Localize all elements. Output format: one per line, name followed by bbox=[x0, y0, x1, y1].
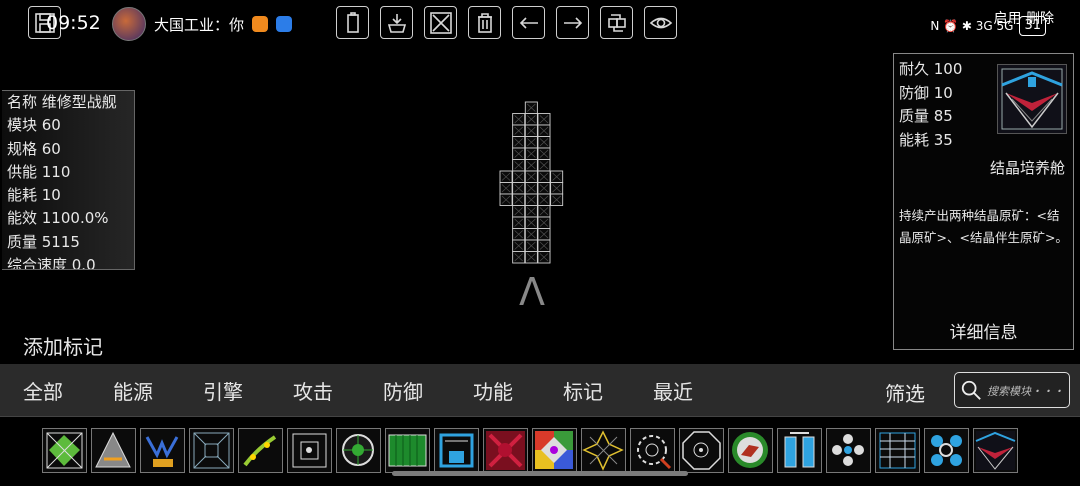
crystal-cultivation-module-icon bbox=[997, 64, 1067, 134]
clock: 09:52 bbox=[46, 12, 101, 34]
trash-icon bbox=[477, 12, 492, 33]
status-bar: 09:52 大国工业：你 启用 删除 N ⏰ ✱ 3G 5G 31 bbox=[0, 0, 1080, 48]
module-search[interactable] bbox=[954, 372, 1070, 408]
green-circle-module-icon bbox=[732, 432, 768, 468]
battery-level: 31 bbox=[1019, 16, 1046, 36]
category-bar: 全部 能源 引擎 攻击 防御 功能 标记 最近 筛选 bbox=[0, 364, 1080, 416]
ship-front-caret: Λ bbox=[519, 270, 545, 314]
ship-stats-panel: 名称 维修型战舰 模块 60 规格 60 供能 110 能耗 10 能效 1100.0% 质… bbox=[2, 90, 135, 270]
module-description: 持续产出两种结晶原矿：<结晶原矿>、<结晶伴生原矿>。 bbox=[899, 208, 1068, 245]
module-slot[interactable] bbox=[826, 428, 871, 473]
module-detail-panel: 耐久 100 防御 10 质量 85 能耗 35 结晶培养舱 持续产出两种结晶原… bbox=[893, 53, 1074, 350]
detail-info-button[interactable]: 详细信息 bbox=[894, 318, 1073, 343]
undo-arrow-icon bbox=[519, 16, 538, 29]
cross-frame-module-icon bbox=[193, 432, 230, 469]
module-slot[interactable] bbox=[973, 428, 1018, 473]
search-icon bbox=[961, 380, 981, 400]
module-slot[interactable] bbox=[924, 428, 969, 473]
module-slot[interactable] bbox=[728, 428, 773, 473]
eye-icon bbox=[649, 17, 672, 28]
app-avatar bbox=[112, 7, 146, 41]
module-slot[interactable] bbox=[336, 428, 381, 473]
pyramid-module-icon bbox=[95, 431, 131, 468]
tray-icon bbox=[387, 13, 406, 33]
notification-text: 大国工业：你 bbox=[154, 15, 245, 34]
green-panel-module-icon bbox=[388, 434, 427, 467]
crystal-cultivation-module-icon bbox=[975, 431, 1016, 470]
red-burst-module-icon bbox=[486, 431, 525, 470]
filter-button[interactable]: 筛选 bbox=[885, 378, 925, 407]
category-tab[interactable]: 防御 bbox=[383, 376, 423, 405]
cog-grid-module-icon bbox=[931, 435, 962, 466]
wing-module-icon bbox=[145, 436, 179, 467]
module-slot[interactable] bbox=[630, 428, 675, 473]
star-frame-module-icon bbox=[582, 430, 624, 471]
circle-cross-module-icon bbox=[342, 434, 374, 466]
close-x-icon bbox=[429, 11, 452, 34]
category-tab[interactable]: 全部 bbox=[23, 376, 63, 405]
module-slot[interactable] bbox=[581, 428, 626, 473]
search-input[interactable] bbox=[985, 378, 1069, 404]
twin-tank-module-icon bbox=[784, 432, 815, 468]
ship-stat-row: 模块 60 bbox=[7, 116, 61, 135]
module-slot[interactable] bbox=[532, 428, 577, 473]
close-x-button[interactable] bbox=[424, 6, 457, 39]
ship-stat-row: 名称 维修型战舰 bbox=[7, 93, 117, 111]
category-tab[interactable]: 功能 bbox=[473, 376, 513, 405]
ship-stat-row: 能耗 10 bbox=[7, 186, 61, 205]
redo-arrow-icon bbox=[563, 16, 582, 29]
tray-button[interactable] bbox=[380, 6, 413, 39]
notification-chip[interactable]: 大国工业：你 bbox=[112, 7, 293, 41]
ornate-square-module-icon bbox=[292, 433, 327, 468]
battery-icon bbox=[346, 11, 359, 33]
chat-icon bbox=[276, 16, 293, 32]
module-slot[interactable] bbox=[140, 428, 185, 473]
diamond-module-icon bbox=[46, 432, 83, 469]
grid-module-icon bbox=[879, 432, 916, 469]
module-slot[interactable] bbox=[91, 428, 136, 473]
add-marker-button[interactable]: 添加标记 bbox=[23, 331, 103, 360]
module-slot[interactable] bbox=[483, 428, 528, 473]
redo-arrow-button[interactable] bbox=[556, 6, 589, 39]
vine-module-icon bbox=[243, 435, 277, 467]
status-indicators: N ⏰ ✱ 3G 5G 31 bbox=[930, 16, 1046, 36]
module-slot[interactable] bbox=[679, 428, 724, 473]
category-tab[interactable]: 能源 bbox=[113, 376, 153, 405]
module-slot[interactable] bbox=[189, 428, 234, 473]
module-slot[interactable] bbox=[238, 428, 283, 473]
module-slot[interactable] bbox=[777, 428, 822, 473]
battery-button[interactable] bbox=[336, 6, 369, 39]
category-tab[interactable]: 引擎 bbox=[203, 376, 243, 405]
quad-ball-module-icon bbox=[832, 434, 864, 466]
octagon-module-icon bbox=[682, 431, 721, 470]
ship-stat-row: 规格 60 bbox=[7, 139, 61, 158]
gear-module-icon bbox=[637, 435, 672, 470]
taobao-icon bbox=[252, 16, 269, 32]
module-slot[interactable] bbox=[875, 428, 920, 473]
color-square-module-icon bbox=[535, 431, 573, 469]
category-tab[interactable]: 攻击 bbox=[293, 376, 333, 405]
module-name: 结晶培养舱 bbox=[989, 159, 1065, 177]
module-slot[interactable] bbox=[42, 428, 87, 473]
category-tab[interactable]: 最近 bbox=[653, 376, 693, 405]
ship-stat-row: 能效 1100.0% bbox=[7, 209, 109, 228]
signal-indicators: N ⏰ ✱ 3G 5G bbox=[930, 19, 1014, 33]
undo-arrow-button[interactable] bbox=[512, 6, 545, 39]
blue-tower-module-icon bbox=[439, 433, 474, 468]
module-slot[interactable] bbox=[385, 428, 430, 473]
home-indicator[interactable] bbox=[392, 471, 688, 476]
category-tab[interactable]: 标记 bbox=[563, 376, 603, 405]
eye-button[interactable] bbox=[644, 6, 677, 39]
module-slot[interactable] bbox=[287, 428, 332, 473]
rotate-icon bbox=[607, 13, 626, 32]
ship-stat-row: 质量 5115 bbox=[7, 232, 80, 251]
rotate-button[interactable] bbox=[600, 6, 633, 39]
ship-blueprint[interactable] bbox=[498, 100, 578, 270]
module-slot[interactable] bbox=[434, 428, 479, 473]
ship-stat-row: 综合速度 0.0 bbox=[7, 256, 96, 270]
ship-stat-row: 供能 110 bbox=[7, 162, 71, 181]
trash-button[interactable] bbox=[468, 6, 501, 39]
